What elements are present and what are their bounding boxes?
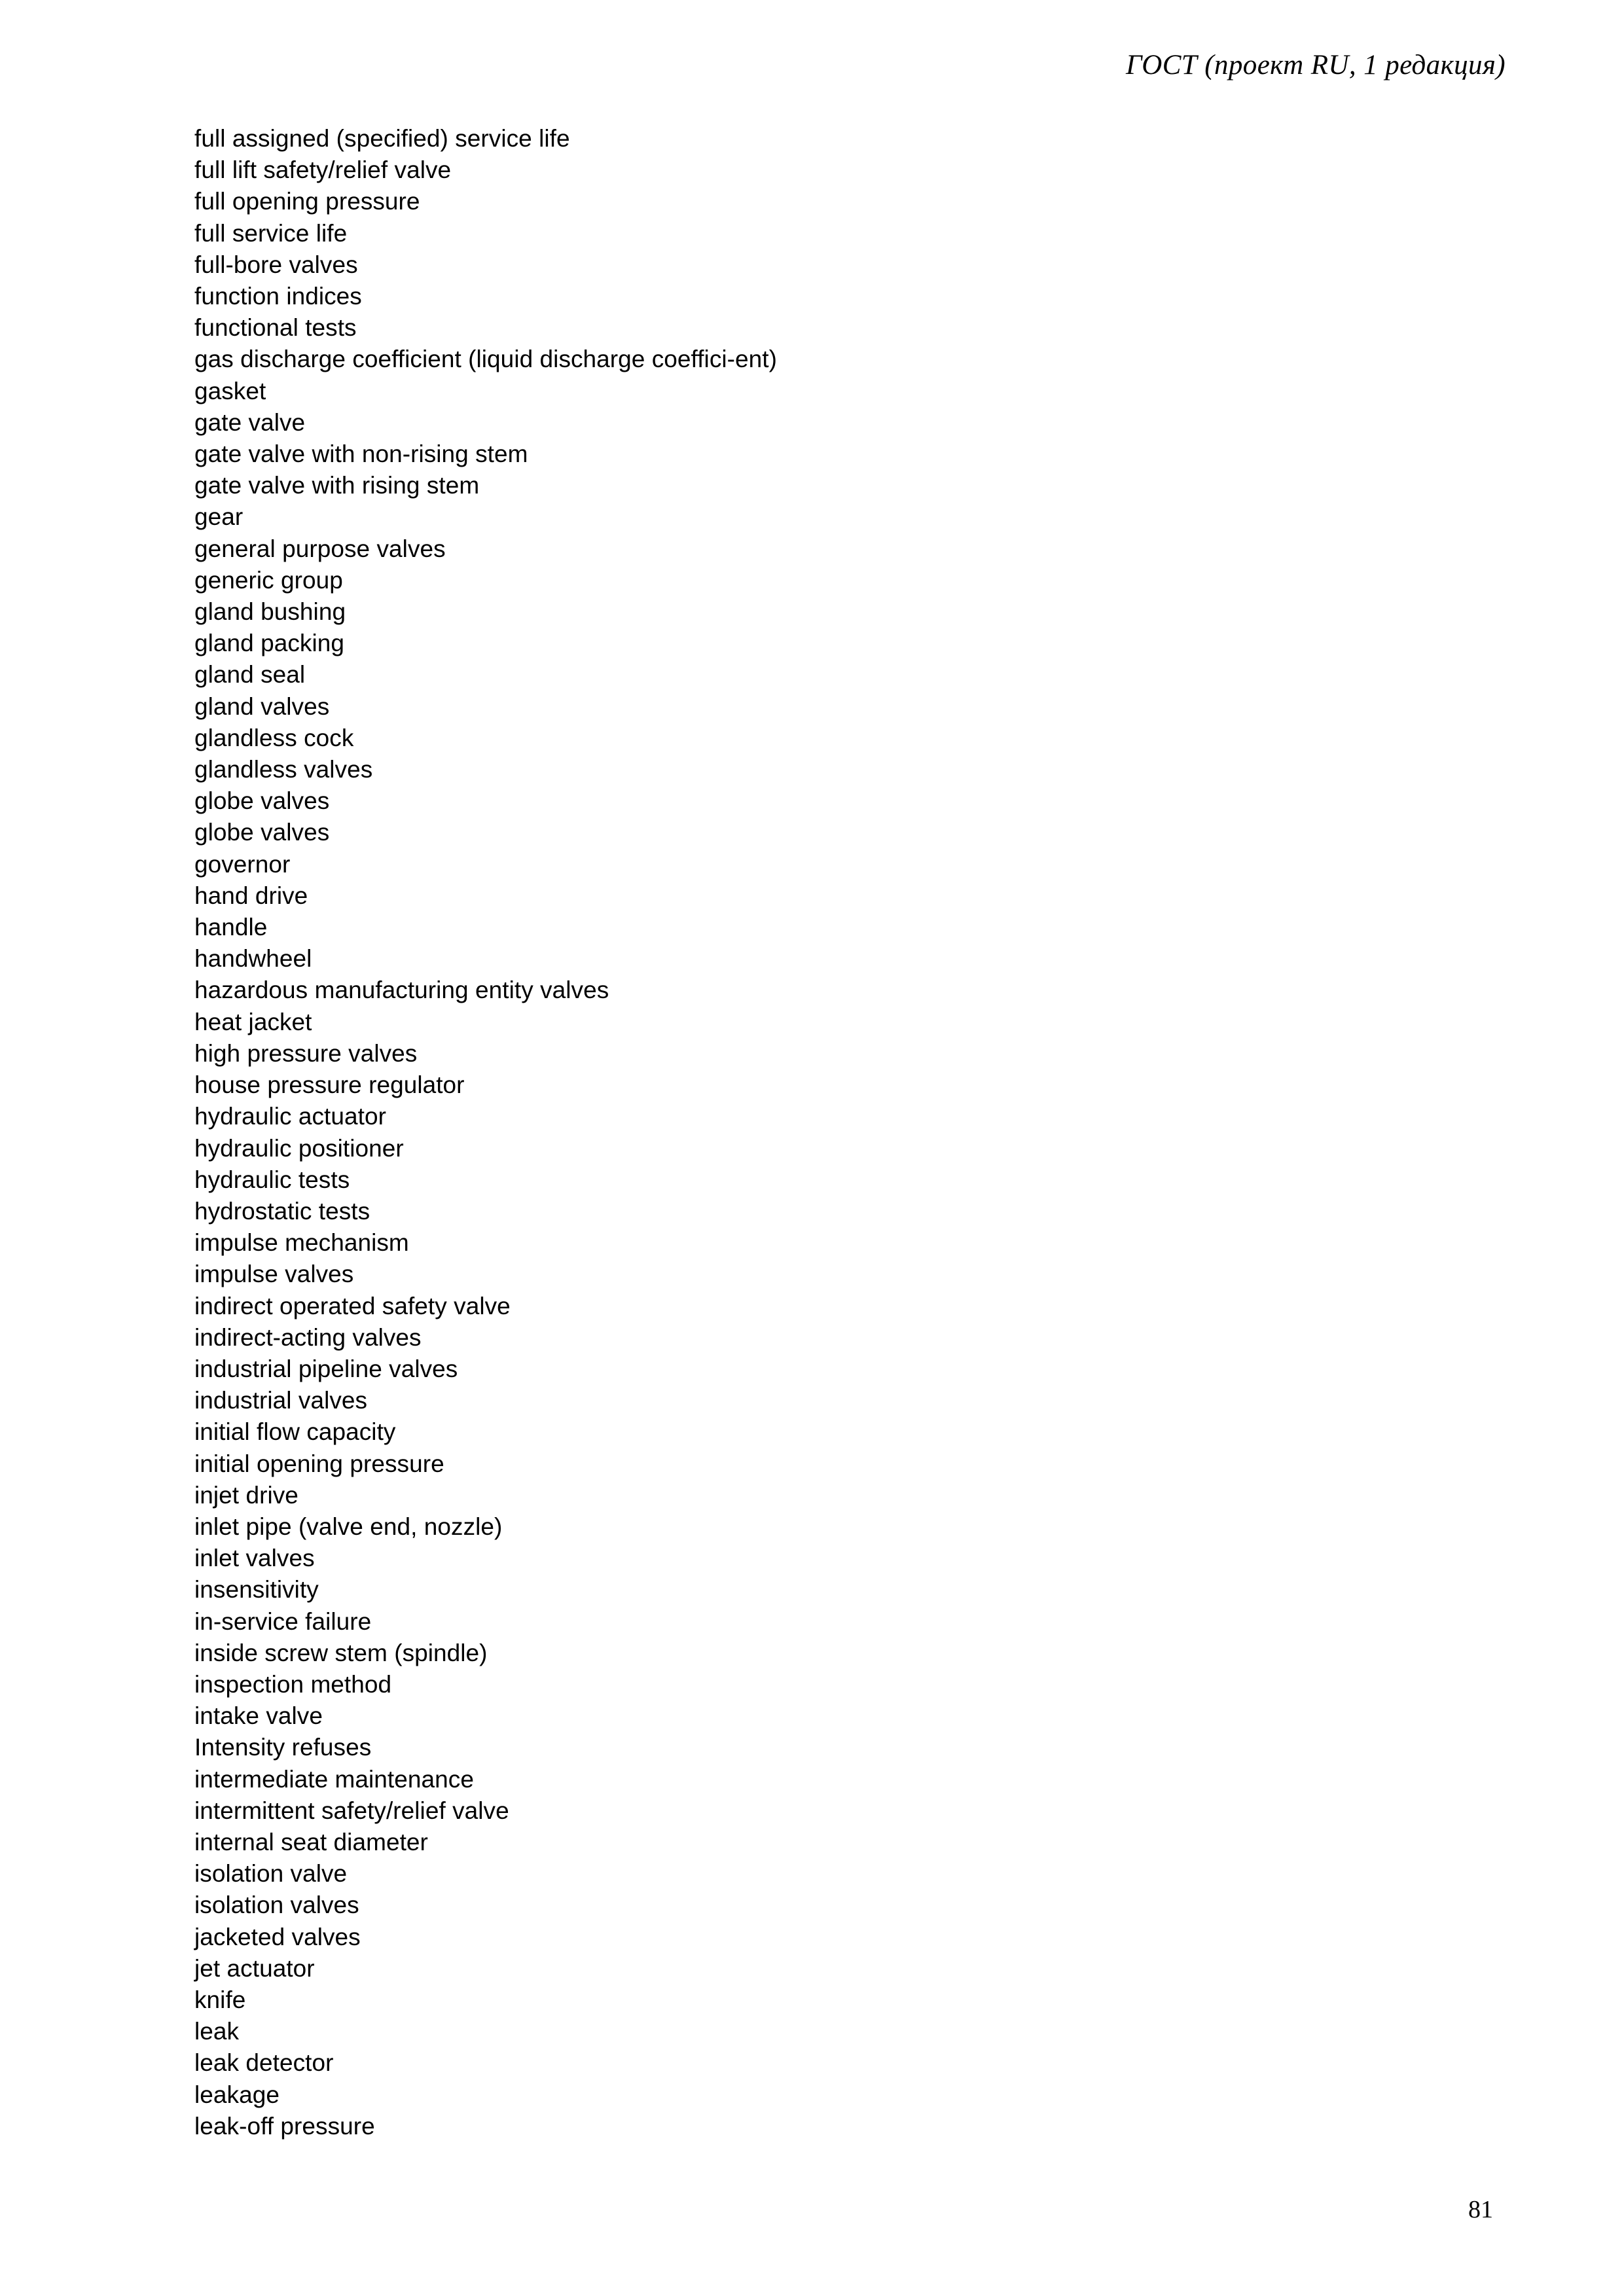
glossary-term: handle	[194, 914, 268, 941]
glossary-term: function indices	[194, 283, 362, 310]
glossary-term: inspection method	[194, 1670, 392, 1698]
glossary-term: jacketed valves	[194, 1923, 361, 1950]
glossary-term: indirect-acting valves	[194, 1323, 422, 1351]
glossary-term: impulse valves	[194, 1261, 354, 1288]
glossary-term: functional tests	[194, 314, 357, 342]
glossary-term: in-service failure	[194, 1607, 372, 1635]
glossary-term: gate valve with rising stem	[194, 472, 480, 499]
glossary-term: Intensity refuses	[194, 1734, 372, 1761]
glossary-term: gas discharge coefficient (liquid discha…	[194, 346, 777, 373]
glossary-term: full assigned (specified) service life	[194, 125, 570, 152]
glossary-term: industrial valves	[194, 1387, 368, 1414]
glossary-term: indirect operated safety valve	[194, 1292, 511, 1319]
glossary-term: gland packing	[194, 630, 344, 657]
glossary-term: internal seat diameter	[194, 1828, 428, 1856]
glossary-term: high pressure valves	[194, 1039, 418, 1067]
glossary-term: hydrostatic tests	[194, 1197, 370, 1225]
glossary-term: heat jacket	[194, 1008, 312, 1035]
glossary-term: hydraulic actuator	[194, 1103, 386, 1130]
glossary-term: inlet pipe (valve end, nozzle)	[194, 1513, 503, 1540]
glossary-term: leak	[194, 2018, 240, 2045]
glossary-term: gland valves	[194, 692, 330, 720]
glossary-term: full service life	[194, 219, 348, 247]
glossary-term: globe valves	[194, 787, 330, 815]
glossary-term: glandless valves	[194, 756, 373, 783]
glossary-term: full lift safety/relief valve	[194, 156, 452, 184]
glossary-term: glandless cock	[194, 724, 354, 751]
glossary-term: leak-off pressure	[194, 2112, 375, 2140]
glossary-term: isolation valves	[194, 1892, 359, 1919]
glossary-term-list: full assigned (specified) service life fu…	[194, 123, 1438, 2142]
glossary-term: gland seal	[194, 661, 306, 689]
document-page: ГОСТ (проект RU, 1 редакция) full assign…	[0, 0, 1624, 2296]
running-header: ГОСТ (проект RU, 1 редакция)	[1125, 50, 1506, 81]
glossary-term: industrial pipeline valves	[194, 1355, 458, 1382]
glossary-term: leakage	[194, 2081, 280, 2108]
glossary-term: gear	[194, 503, 244, 531]
glossary-term: inside screw stem (spindle)	[194, 1639, 488, 1666]
glossary-term: hand drive	[194, 882, 308, 909]
glossary-term: general purpose valves	[194, 535, 446, 562]
glossary-term: gate valve with non-rising stem	[194, 440, 528, 468]
glossary-term: knife	[194, 1986, 246, 2013]
glossary-term: intake valve	[194, 1702, 323, 1730]
glossary-term: insensitivity	[194, 1576, 319, 1604]
glossary-term: injet drive	[194, 1481, 298, 1509]
glossary-term: hydraulic tests	[194, 1166, 350, 1193]
glossary-term: globe valves	[194, 819, 330, 846]
glossary-term: intermittent safety/relief valve	[194, 1797, 509, 1824]
glossary-term: initial opening pressure	[194, 1450, 444, 1477]
glossary-term: intermediate maintenance	[194, 1765, 474, 1793]
glossary-term: isolation valve	[194, 1860, 348, 1888]
glossary-term: hazardous manufacturing entity valves	[194, 977, 609, 1004]
glossary-term: gasket	[194, 377, 266, 404]
glossary-term: generic group	[194, 566, 343, 594]
glossary-term: impulse mechanism	[194, 1229, 409, 1257]
glossary-term: gland bushing	[194, 598, 346, 626]
glossary-term: hydraulic positioner	[194, 1134, 404, 1162]
glossary-term: full-bore valves	[194, 251, 358, 278]
glossary-term: leak detector	[194, 2049, 334, 2077]
glossary-term: initial flow capacity	[194, 1418, 396, 1446]
glossary-term: handwheel	[194, 945, 312, 973]
page-number: 81	[1468, 2196, 1493, 2223]
glossary-term: house pressure regulator	[194, 1071, 465, 1099]
glossary-term: full opening pressure	[194, 188, 420, 215]
glossary-term: inlet valves	[194, 1545, 315, 1572]
glossary-term: governor	[194, 850, 291, 878]
glossary-term: jet actuator	[194, 1954, 315, 1982]
glossary-term: gate valve	[194, 408, 306, 436]
